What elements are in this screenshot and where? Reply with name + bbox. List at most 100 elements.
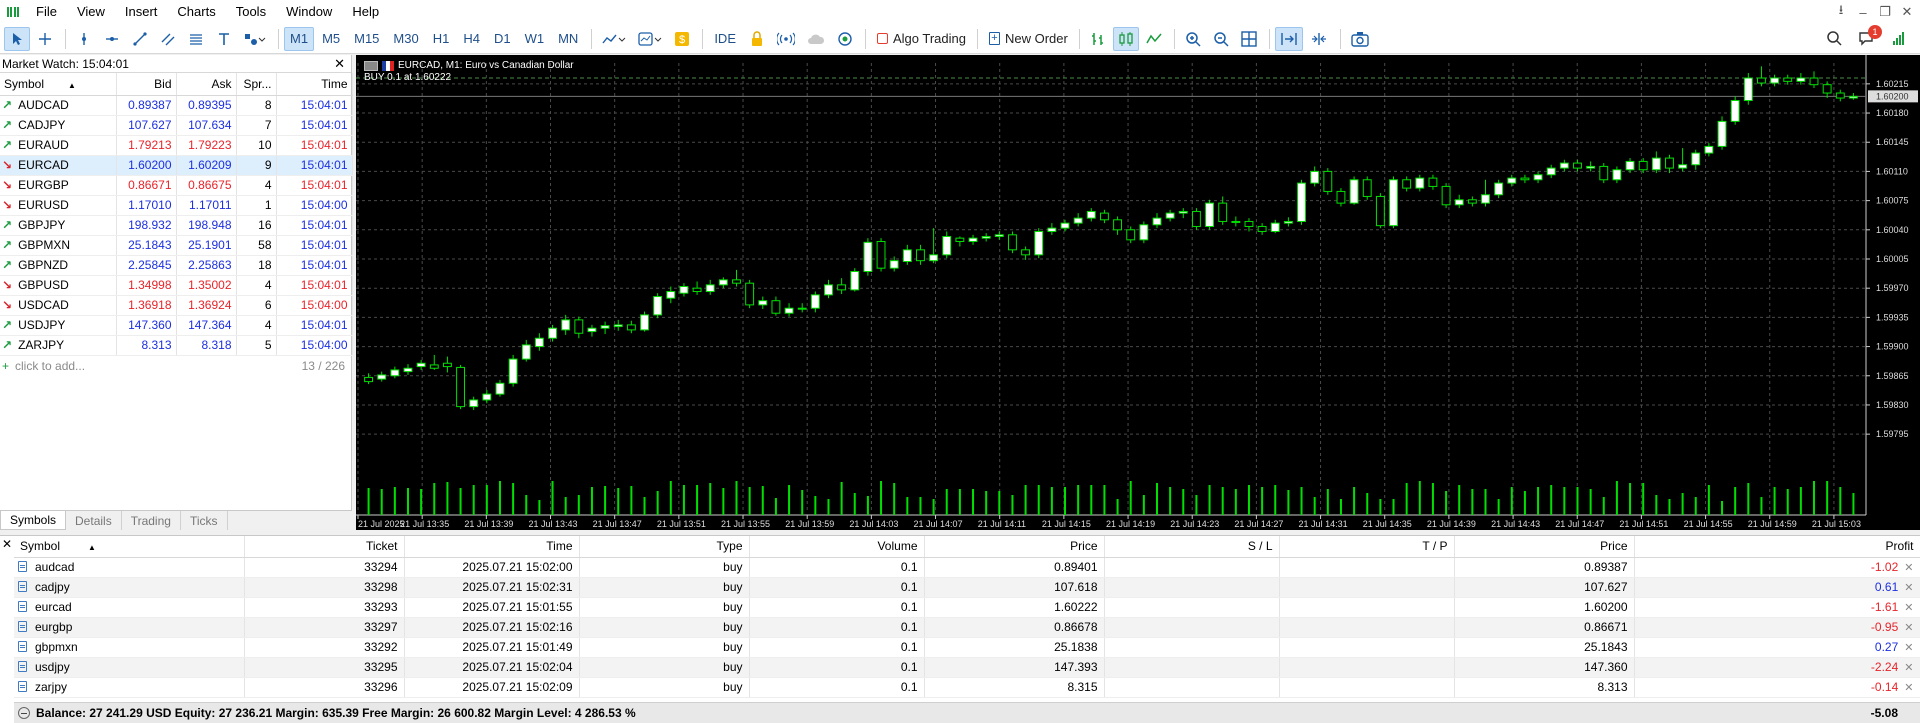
zoom-in-icon[interactable] xyxy=(1180,27,1206,51)
channel-icon[interactable] xyxy=(155,27,181,51)
market-watch-row[interactable]: ↘ GBPUSD 1.34998 1.35002 4 15:04:01 xyxy=(0,275,353,296)
tab-trading[interactable]: Trading xyxy=(122,511,181,530)
market-watch-row[interactable]: ↗ GBPMXN 25.1843 25.1901 58 15:04:01 xyxy=(0,235,353,256)
close-position-icon[interactable]: ✕ xyxy=(1904,602,1913,614)
close-icon[interactable]: ✕ xyxy=(334,56,345,72)
trade-row[interactable]: usdjpy 33295 2025.07.21 15:02:04 buy 0.1 147.… xyxy=(14,657,1920,678)
search-icon[interactable] xyxy=(1826,30,1842,49)
chart-type-icon[interactable] xyxy=(597,27,631,51)
mw-column-header[interactable]: Ask xyxy=(176,73,237,96)
menu-charts[interactable]: Charts xyxy=(167,0,225,24)
close-position-icon[interactable]: ✕ xyxy=(1904,642,1913,654)
timeframe-m5[interactable]: M5 xyxy=(316,27,346,51)
collapse-icon[interactable] xyxy=(18,707,30,719)
candlestick-icon[interactable] xyxy=(1112,26,1139,51)
close-position-icon[interactable]: ✕ xyxy=(1904,682,1913,694)
fibonacci-icon[interactable] xyxy=(183,27,209,51)
menu-tools[interactable]: Tools xyxy=(226,0,276,24)
close-icon[interactable]: ✕ xyxy=(1900,4,1914,19)
mw-column-header[interactable]: Time xyxy=(276,73,353,96)
timeframe-m15[interactable]: M15 xyxy=(348,27,385,51)
trade-column-header[interactable]: Time xyxy=(404,536,580,558)
market-watch-row[interactable]: ↗ EURAUD 1.79213 1.79223 10 15:04:01 xyxy=(0,135,353,156)
timeframe-m1[interactable]: M1 xyxy=(284,26,315,51)
close-position-icon[interactable]: ✕ xyxy=(1904,622,1913,634)
trade-row[interactable]: eurcad 33293 2025.07.21 15:01:55 buy 0.1 1.60… xyxy=(14,597,1920,618)
text-tool-icon[interactable] xyxy=(211,27,237,51)
menu-help[interactable]: Help xyxy=(342,0,389,24)
close-icon[interactable]: ✕ xyxy=(2,537,14,551)
tab-details[interactable]: Details xyxy=(66,511,122,530)
trade-column-header[interactable]: Type xyxy=(579,536,750,558)
trade-row[interactable]: cadjpy 33298 2025.07.21 15:02:31 buy 0.1 107.… xyxy=(14,577,1920,598)
market-dollar-icon[interactable]: $ xyxy=(669,27,695,51)
timeframe-w1[interactable]: W1 xyxy=(519,27,551,51)
menu-view[interactable]: View xyxy=(67,0,115,24)
market-watch-row[interactable]: ↗ ZARJPY 8.313 8.318 5 15:04:00 xyxy=(0,335,353,356)
market-watch-row[interactable]: ↘ EURGBP 0.86671 0.86675 4 15:04:01 xyxy=(0,175,353,196)
timeframe-m30[interactable]: M30 xyxy=(387,27,424,51)
market-watch-row[interactable]: ↗ USDJPY 147.360 147.364 4 15:04:01 xyxy=(0,315,353,336)
trade-row[interactable]: eurgbp 33297 2025.07.21 15:02:16 buy 0.1 0.86… xyxy=(14,617,1920,638)
shapes-dropdown-icon[interactable] xyxy=(239,27,271,51)
chart-shift-icon[interactable] xyxy=(1305,27,1333,51)
close-position-icon[interactable]: ✕ xyxy=(1904,662,1913,674)
tab-ticks[interactable]: Ticks xyxy=(181,511,228,530)
market-watch-row[interactable]: ↗ AUDCAD 0.89387 0.89395 8 15:04:01 xyxy=(0,95,353,116)
algo-trading-button[interactable]: Algo Trading xyxy=(871,27,972,51)
tile-windows-icon[interactable] xyxy=(1236,27,1262,51)
price-chart[interactable]: 1.60215 1.60180 1.60145 1.60110 1.60075 1.600… xyxy=(356,55,1920,530)
zoom-out-icon[interactable] xyxy=(1208,27,1234,51)
add-symbol-row[interactable]: + click to add... 13 / 226 xyxy=(0,356,351,376)
menu-file[interactable]: File xyxy=(26,0,67,24)
mw-column-header[interactable]: Symbol ▲ xyxy=(0,73,117,96)
download-icon[interactable]: ⭳ xyxy=(1834,2,1848,19)
trade-column-header[interactable]: Price xyxy=(1454,536,1635,558)
lock-icon[interactable] xyxy=(744,27,770,51)
minimize-icon[interactable]: – xyxy=(1856,5,1870,20)
vps-icon[interactable] xyxy=(832,27,858,51)
trendline-icon[interactable] xyxy=(127,27,153,51)
market-watch-row[interactable]: ↗ GBPJPY 198.932 198.948 16 15:04:01 xyxy=(0,215,353,236)
market-watch-row[interactable]: ↘ USDCAD 1.36918 1.36924 6 15:04:00 xyxy=(0,295,353,316)
crosshair-tool-icon[interactable] xyxy=(32,27,58,51)
mw-column-header[interactable]: Spr... xyxy=(236,73,277,96)
bar-chart-icon[interactable] xyxy=(1085,27,1111,51)
mw-column-header[interactable]: Bid xyxy=(116,73,177,96)
trade-column-header[interactable]: Price xyxy=(924,536,1105,558)
indicators-icon[interactable] xyxy=(633,27,667,51)
connection-signal-icon[interactable] xyxy=(1892,30,1908,49)
timeframe-h1[interactable]: H1 xyxy=(427,27,456,51)
trade-column-header[interactable]: S / L xyxy=(1104,536,1280,558)
signal-icon[interactable] xyxy=(772,27,800,51)
timeframe-mn[interactable]: MN xyxy=(552,27,584,51)
market-watch-row[interactable]: ↘ EURCAD 1.60200 1.60209 9 15:04:01 xyxy=(0,155,353,176)
market-watch-row[interactable]: ↘ EURUSD 1.17010 1.17011 1 15:04:00 xyxy=(0,195,353,216)
trade-row[interactable]: zarjpy 33296 2025.07.21 15:02:09 buy 0.1 8.31… xyxy=(14,677,1920,698)
trade-column-header[interactable]: Symbol ▲ xyxy=(14,536,245,558)
cursor-tool-icon[interactable] xyxy=(4,26,30,51)
close-position-icon[interactable]: ✕ xyxy=(1904,562,1913,574)
close-position-icon[interactable]: ✕ xyxy=(1904,582,1913,594)
trade-column-header[interactable]: T / P xyxy=(1279,536,1455,558)
trade-column-header[interactable]: Ticket xyxy=(244,536,405,558)
line-chart-icon[interactable] xyxy=(1141,27,1167,51)
market-watch-row[interactable]: ↗ GBPNZD 2.25845 2.25863 18 15:04:01 xyxy=(0,255,353,276)
menu-window[interactable]: Window xyxy=(276,0,342,24)
horizontal-line-icon[interactable] xyxy=(99,27,125,51)
trade-row[interactable]: gbpmxn 33292 2025.07.21 15:01:49 buy 0.1 25.1… xyxy=(14,637,1920,658)
market-watch-row[interactable]: ↗ CADJPY 107.627 107.634 7 15:04:01 xyxy=(0,115,353,136)
new-order-button[interactable]: + New Order xyxy=(983,27,1074,51)
ide-button[interactable]: IDE xyxy=(708,27,742,51)
notifications-icon[interactable]: 1 xyxy=(1858,24,1882,49)
vertical-line-icon[interactable] xyxy=(71,27,97,51)
auto-scroll-icon[interactable] xyxy=(1274,26,1303,51)
tab-symbols[interactable]: Symbols xyxy=(0,511,67,530)
trade-column-header[interactable]: Profit xyxy=(1634,536,1920,558)
menu-insert[interactable]: Insert xyxy=(115,0,168,24)
timeframe-d1[interactable]: D1 xyxy=(488,27,517,51)
restore-icon[interactable]: ❐ xyxy=(1878,4,1892,19)
timeframe-h4[interactable]: H4 xyxy=(457,27,486,51)
trade-row[interactable]: audcad 33294 2025.07.21 15:02:00 buy 0.1 0.89… xyxy=(14,557,1920,578)
cloud-icon[interactable] xyxy=(802,27,830,51)
